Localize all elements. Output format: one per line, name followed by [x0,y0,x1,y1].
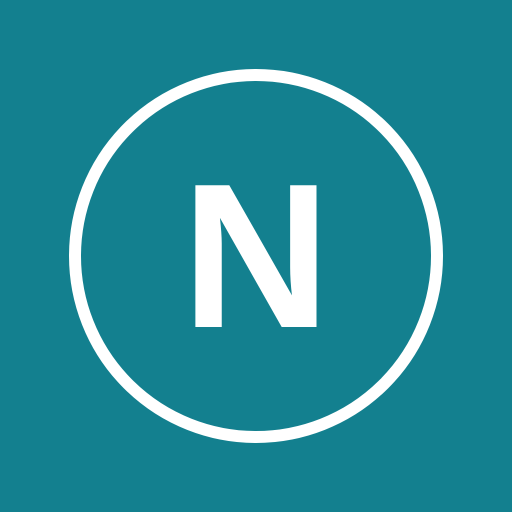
app-icon-tile[interactable]: N [0,0,512,512]
icon-letter: N [181,141,331,371]
